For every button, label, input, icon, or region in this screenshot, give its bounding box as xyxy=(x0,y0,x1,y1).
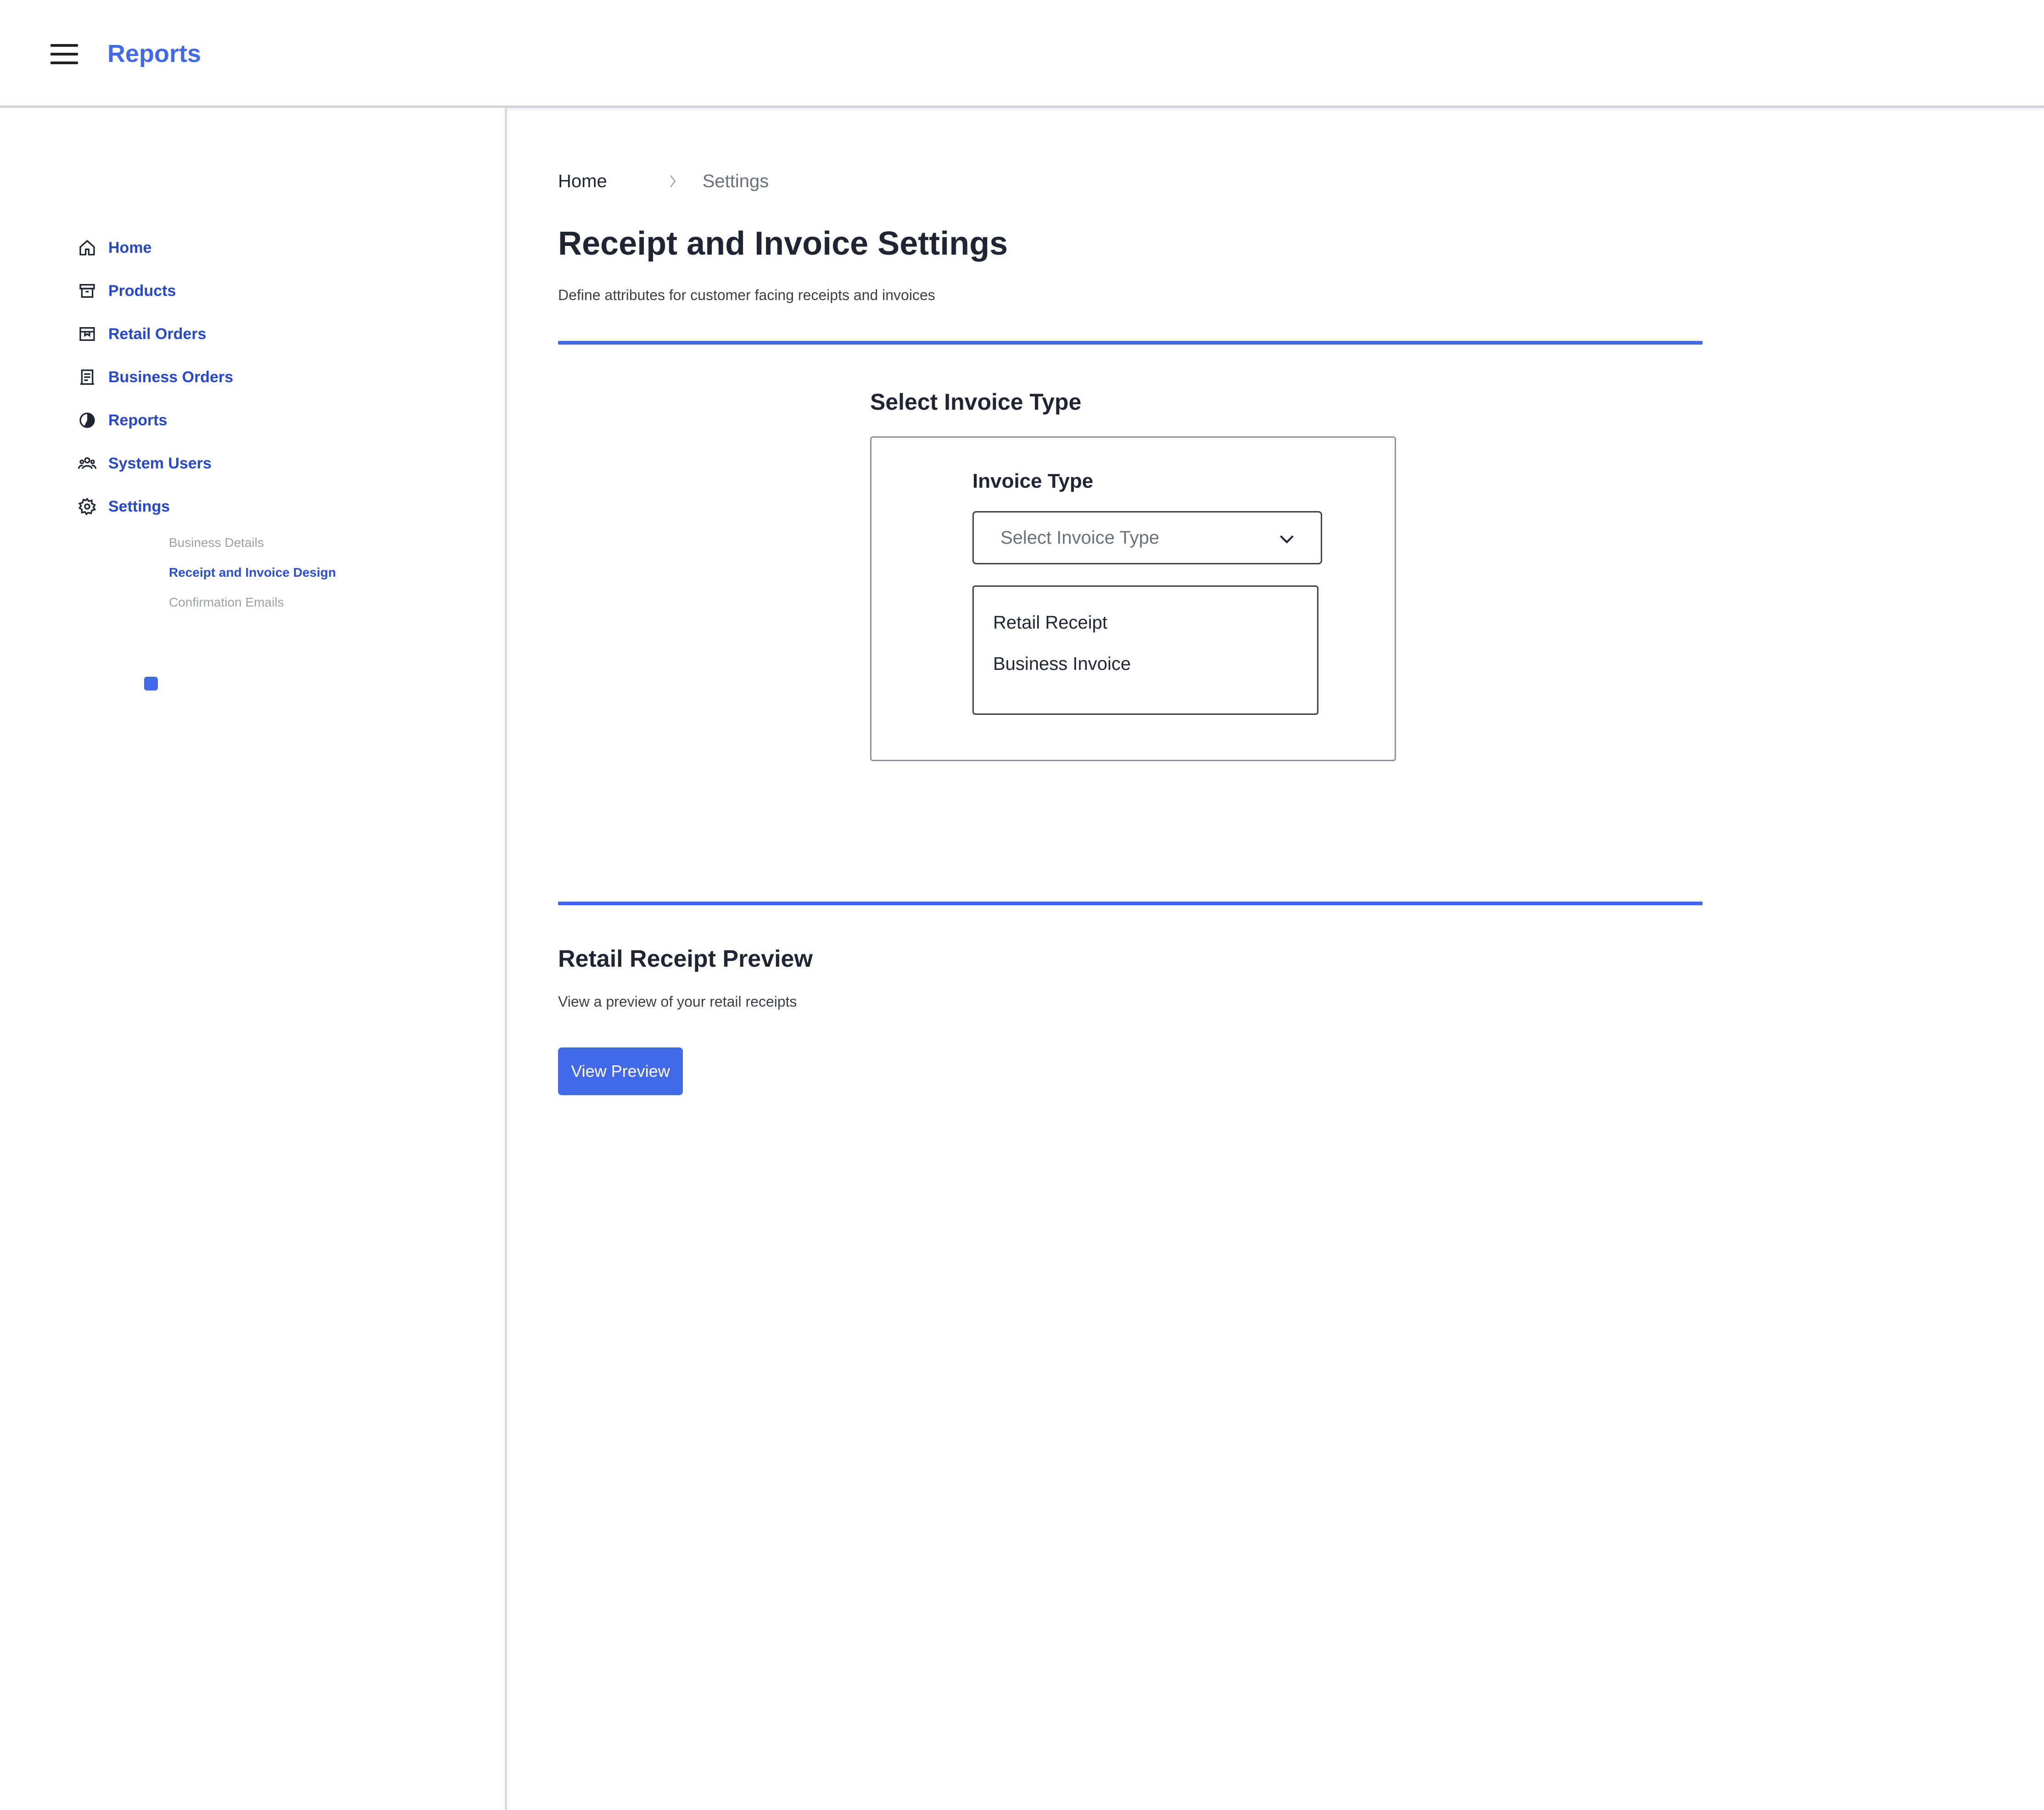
sidebar-item-label: System Users xyxy=(108,454,212,472)
invoice-type-select[interactable]: Select Invoice Type xyxy=(972,511,1322,564)
option-business-invoice[interactable]: Business Invoice xyxy=(993,654,1131,674)
breadcrumb-current: Settings xyxy=(702,171,769,191)
sidebar-item-business-orders[interactable]: Business Orders xyxy=(78,363,233,391)
home-icon xyxy=(78,239,96,257)
select-placeholder: Select Invoice Type xyxy=(1000,527,1160,548)
sidebar-subitem-business-details[interactable]: Business Details xyxy=(169,535,264,550)
sidebar: Home Products Retail Orders Business Ord… xyxy=(0,108,507,1810)
page-title: Receipt and Invoice Settings xyxy=(558,225,1008,262)
breadcrumb-home[interactable]: Home xyxy=(558,171,607,192)
chevron-right-icon xyxy=(670,175,676,188)
sidebar-subitem-receipt-and-invoice-design[interactable]: Receipt and Invoice Design xyxy=(169,565,336,580)
section-divider xyxy=(558,902,1703,905)
hamburger-menu-icon[interactable] xyxy=(50,44,78,64)
sidebar-item-system-users[interactable]: System Users xyxy=(78,450,212,477)
sidebar-item-products[interactable]: Products xyxy=(78,277,176,305)
top-bar: Reports xyxy=(0,0,2044,108)
chevron-down-icon xyxy=(1280,535,1294,544)
receipt-icon xyxy=(78,368,96,386)
invoice-type-card: Invoice Type Select Invoice Type Retail … xyxy=(870,436,1396,761)
section-divider xyxy=(558,341,1703,345)
breadcrumb: Home Settings xyxy=(558,167,769,195)
sidebar-item-reports[interactable]: Reports xyxy=(78,407,167,434)
users-icon xyxy=(78,454,96,473)
sidebar-item-label: Home xyxy=(108,239,152,256)
option-retail-receipt[interactable]: Retail Receipt xyxy=(993,613,1107,633)
sidebar-item-home[interactable]: Home xyxy=(78,234,151,262)
preview-section-title: Retail Receipt Preview xyxy=(558,946,813,972)
active-indicator xyxy=(144,677,158,691)
sidebar-item-settings[interactable]: Settings xyxy=(78,493,170,520)
sidebar-item-label: Business Orders xyxy=(108,368,234,386)
box-icon xyxy=(78,325,96,343)
sidebar-item-label: Reports xyxy=(108,411,168,429)
page-subtitle: Define attributes for customer facing re… xyxy=(558,287,935,303)
preview-section-subtitle: View a preview of your retail receipts xyxy=(558,993,797,1010)
app-title: Reports xyxy=(107,40,201,67)
sidebar-subitem-confirmation-emails[interactable]: Confirmation Emails xyxy=(169,595,284,610)
pie-chart-icon xyxy=(78,411,96,429)
view-preview-button[interactable]: View Preview xyxy=(558,1047,683,1095)
archive-icon xyxy=(78,282,96,300)
invoice-section-title: Select Invoice Type xyxy=(870,389,1082,415)
invoice-type-label: Invoice Type xyxy=(972,470,1094,492)
sidebar-item-label: Products xyxy=(108,282,176,300)
sidebar-item-label: Settings xyxy=(108,497,170,515)
sidebar-item-retail-orders[interactable]: Retail Orders xyxy=(78,320,207,348)
sidebar-item-label: Retail Orders xyxy=(108,325,207,343)
invoice-type-dropdown: Retail Receipt Business Invoice xyxy=(972,585,1318,715)
gear-icon xyxy=(78,497,96,516)
